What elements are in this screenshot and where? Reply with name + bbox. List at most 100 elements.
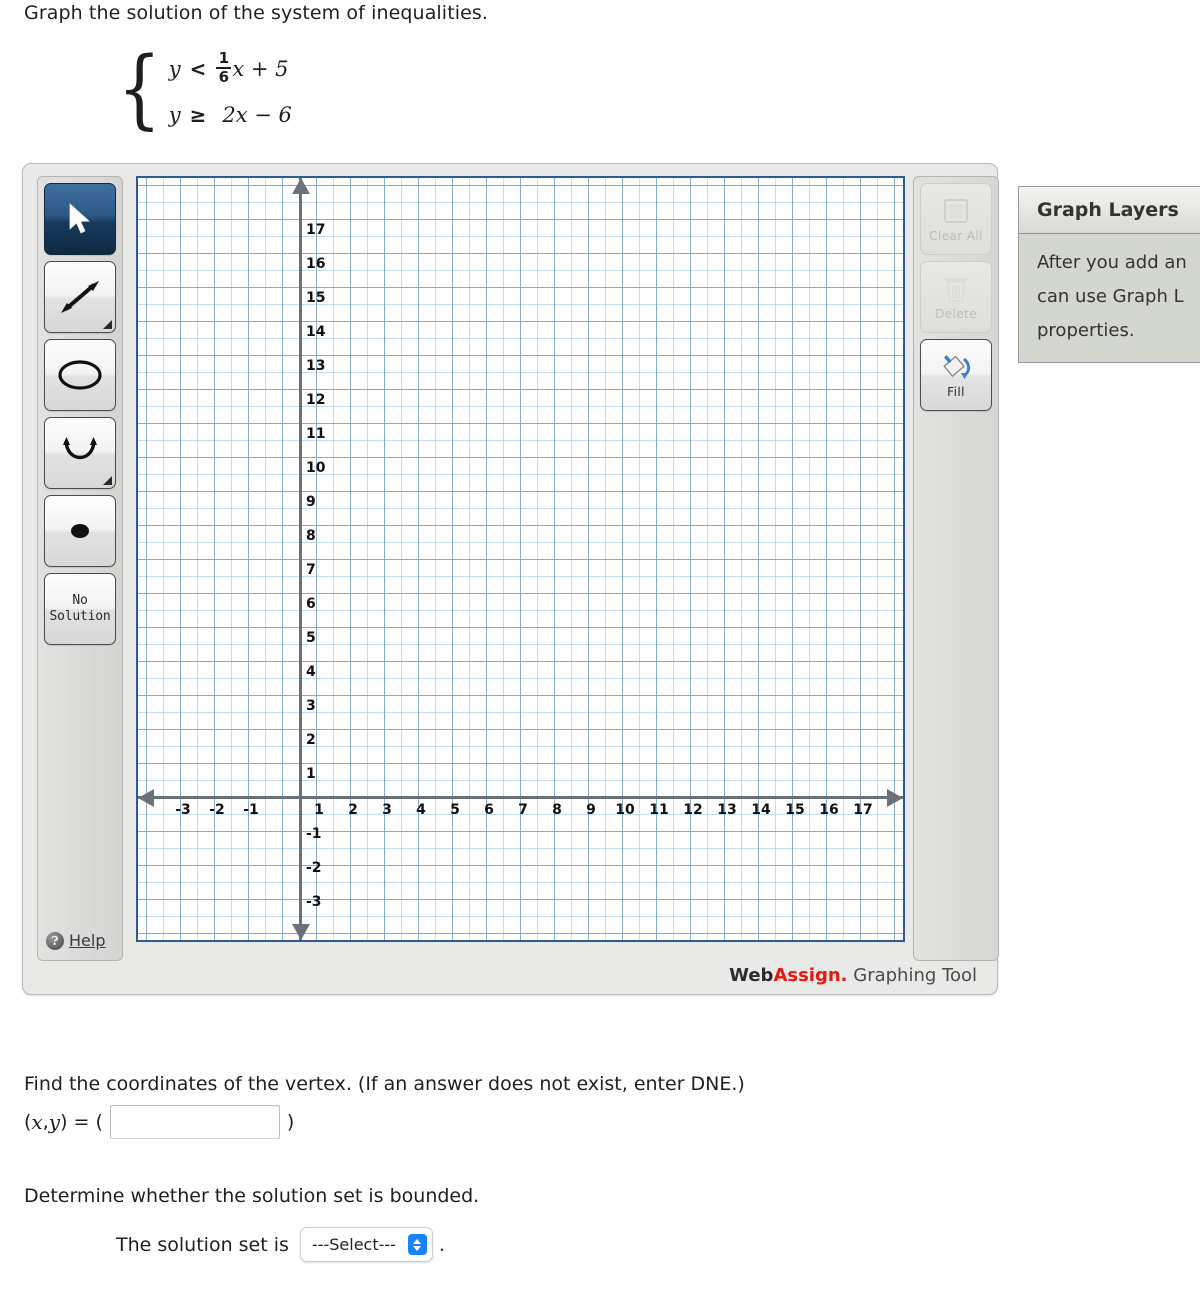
bounded-answer-row: The solution set is ---Select--- . [116, 1227, 445, 1262]
left-brace: { [117, 38, 162, 139]
y-tick-label: -1 [306, 826, 322, 842]
inequality-2: y ≥ 2x − 6 [169, 92, 292, 138]
parabola-icon [63, 437, 97, 459]
vertex-paren-close: ) [286, 1111, 295, 1133]
vertex-label-y: y [48, 1110, 61, 1134]
inequality-2-rest: 2x − 6 [222, 103, 292, 127]
tool-options-corner-icon[interactable] [103, 320, 112, 329]
x-tick-label: 10 [615, 802, 635, 818]
x-tick-label: 11 [649, 802, 669, 818]
clear-all-button[interactable]: Clear All [920, 183, 992, 255]
vertex-input[interactable] [109, 1105, 280, 1139]
graph-layers-title: Graph Layers [1019, 187, 1200, 234]
vertex-label-equals: ) = ( [60, 1111, 103, 1133]
x-tick-label: 1 [314, 802, 324, 818]
no-solution-label-line2: Solution [49, 609, 111, 624]
fraction-numerator: 1 [218, 48, 230, 67]
y-tick-label: 16 [306, 256, 326, 272]
bounded-select[interactable]: ---Select--- [299, 1227, 433, 1262]
graphing-tool-panel: No Solution ? Help -3 -2 -1 1 2 3 4 5 6 … [22, 163, 999, 995]
vertex-answer-row: (x, y) = ( ) [24, 1105, 294, 1139]
no-solution-label-line1: No [72, 593, 88, 608]
y-tick-label: 3 [306, 698, 316, 714]
x-tick-label: -2 [209, 802, 225, 818]
double-arrow-icon [61, 281, 99, 313]
drawing-tools-toolbar: No Solution ? Help [37, 176, 123, 961]
x-tick-label: 9 [586, 802, 596, 818]
y-tick-label: 9 [306, 494, 316, 510]
vertex-label-x: x [31, 1110, 43, 1134]
fill-button[interactable]: Fill [920, 339, 992, 411]
no-solution-button[interactable]: No Solution [44, 573, 116, 645]
y-tick-label: 8 [306, 528, 316, 544]
x-axis-arrow-right-icon [887, 789, 903, 807]
y-tick-label: 13 [306, 358, 326, 374]
grid-lines [138, 178, 903, 940]
x-tick-label: -1 [243, 802, 259, 818]
webassign-branding: WebAssign. Graphing Tool [729, 965, 977, 986]
paint-bucket-icon [943, 354, 971, 379]
y-tick-label: 10 [306, 460, 326, 476]
brand-assign: Assign. [773, 965, 848, 986]
point-tool-button[interactable] [44, 495, 116, 567]
page-title: Graph the solution of the system of ineq… [24, 2, 489, 24]
delete-button[interactable]: Delete [920, 261, 992, 333]
y-tick-label: 12 [306, 392, 326, 408]
graph-layers-line-1: After you add an [1037, 252, 1187, 273]
vertex-paren-open: ( [24, 1111, 32, 1133]
x-tick-label: 12 [683, 802, 703, 818]
y-tick-label: 7 [306, 562, 316, 578]
tool-options-corner-icon[interactable] [103, 476, 112, 485]
x-tick-label: 7 [518, 802, 528, 818]
select-tool-button[interactable] [44, 183, 116, 255]
graph-canvas[interactable]: -3 -2 -1 1 2 3 4 5 6 7 8 9 10 11 12 13 1… [136, 176, 905, 942]
inequality-1: y < 1 6 x + 5 [169, 46, 292, 92]
graph-layers-line-2: can use Graph L [1037, 286, 1184, 307]
y-tick-label: 15 [306, 290, 326, 306]
y-tick-label: 6 [306, 596, 316, 612]
cursor-arrow-icon [69, 203, 90, 234]
graph-actions-toolbar: Clear All Delete Fill [913, 176, 999, 961]
y-tick-label: 14 [306, 324, 326, 340]
x-tick-label: 16 [819, 802, 839, 818]
fill-label: Fill [947, 384, 965, 399]
x-tick-label: 3 [382, 802, 392, 818]
y-axis-arrow-up-icon [292, 178, 310, 194]
graph-layers-panel: Graph Layers After you add an can use Gr… [1018, 186, 1200, 363]
bounded-period: . [438, 1233, 445, 1256]
y-tick-label: -3 [306, 894, 322, 910]
chevron-updown-icon[interactable] [407, 1234, 427, 1255]
vertex-question-text: Find the coordinates of the vertex. (If … [24, 1073, 745, 1095]
y-tick-label: 1 [306, 766, 316, 782]
x-tick-label: 17 [853, 802, 873, 818]
question-mark-icon: ? [46, 931, 64, 950]
x-tick-label: 15 [785, 802, 805, 818]
y-axis-arrow-down-icon [292, 924, 310, 940]
brand-tool: Graphing Tool [847, 965, 977, 986]
x-axis [138, 796, 903, 799]
y-tick-label: 17 [306, 222, 326, 238]
y-axis [299, 178, 302, 940]
inequality-1-rest: x + 5 [232, 57, 289, 81]
x-tick-label: -3 [175, 802, 191, 818]
y-tick-label: 11 [306, 426, 326, 442]
filled-dot-icon [71, 524, 89, 538]
x-tick-label: 5 [450, 802, 460, 818]
inequality-1-lhs: y [168, 57, 181, 81]
system-of-inequalities: { y < 1 6 x + 5 y ≥ 2x − 6 [112, 38, 292, 140]
x-tick-label: 2 [348, 802, 358, 818]
y-tick-label: 4 [306, 664, 316, 680]
inequality-1-relation: < [189, 57, 207, 81]
fraction-one-sixth: 1 6 [216, 48, 232, 86]
line-tool-button[interactable] [44, 261, 116, 333]
bounded-question-text: Determine whether the solution set is bo… [24, 1185, 480, 1207]
help-link[interactable]: ? Help [46, 931, 105, 950]
parabola-tool-button[interactable] [44, 417, 116, 489]
x-tick-label: 14 [751, 802, 771, 818]
bounded-select-value: ---Select--- [311, 1235, 396, 1254]
circle-tool-button[interactable] [44, 339, 116, 411]
inequality-2-relation: ≥ [189, 103, 207, 127]
graph-layers-line-3: properties. [1037, 320, 1135, 341]
y-tick-label: -2 [306, 860, 322, 876]
fraction-denominator: 6 [218, 68, 230, 86]
